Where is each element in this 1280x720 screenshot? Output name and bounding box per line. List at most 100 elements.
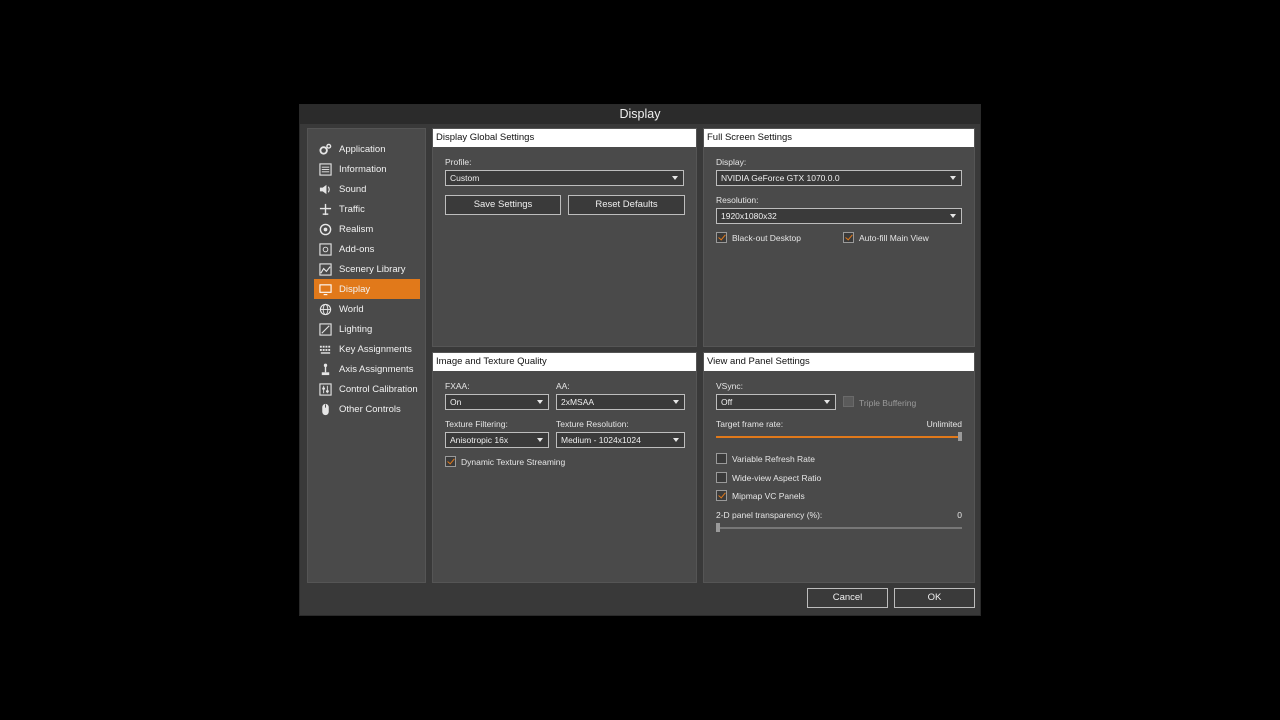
panel-transparency-value: 0	[957, 510, 962, 520]
resolution-select[interactable]: 1920x1080x32	[716, 208, 962, 224]
sidebar-item-control-calibration[interactable]: Control Calibration	[314, 379, 420, 399]
panel-transparency-thumb[interactable]	[716, 523, 720, 532]
profile-select-value: Custom	[450, 173, 480, 183]
variable-refresh-rate-checkbox[interactable]	[716, 453, 727, 464]
sidebar-item-other-controls[interactable]: Other Controls	[314, 399, 420, 419]
chevron-down-icon	[537, 438, 543, 442]
chevron-down-icon	[950, 176, 956, 180]
image-texture-quality-panel: Image and Texture Quality FXAA: On AA: 2…	[432, 352, 697, 583]
mipmap-vc-panels-checkbox[interactable]	[716, 490, 727, 501]
target-frame-rate-label: Target frame rate:	[716, 419, 784, 429]
texture-resolution-select[interactable]: Medium - 1024x1024	[556, 432, 685, 448]
monitor-icon	[318, 282, 332, 296]
full-screen-settings-panel: Full Screen Settings Display: NVIDIA GeF…	[703, 128, 975, 347]
sidebar-item-traffic[interactable]: Traffic	[314, 199, 420, 219]
auto-fill-main-view-label: Auto-fill Main View	[859, 233, 929, 243]
speaker-icon	[318, 182, 332, 196]
sidebar-item-axis-assignments[interactable]: Axis Assignments	[314, 359, 420, 379]
view-panel-settings-panel: View and Panel Settings VSync: Off Tripl…	[703, 352, 975, 583]
save-settings-button[interactable]: Save Settings	[445, 195, 561, 215]
lighting-icon	[318, 322, 332, 336]
sidebar-item-label: Control Calibration	[339, 383, 418, 395]
joystick-icon	[318, 362, 332, 376]
sidebar-item-label: Axis Assignments	[339, 363, 414, 375]
target-frame-rate-slider[interactable]	[716, 432, 962, 441]
mouse-icon	[318, 402, 332, 416]
sidebar-item-label: Other Controls	[339, 403, 401, 415]
list-icon	[318, 162, 332, 176]
panel-header: View and Panel Settings	[704, 353, 974, 371]
sidebar-item-display[interactable]: Display	[314, 279, 420, 299]
landscape-icon	[318, 262, 332, 276]
blackout-desktop-label: Black-out Desktop	[732, 233, 801, 243]
texture-resolution-label: Texture Resolution:	[556, 419, 629, 429]
fxaa-select[interactable]: On	[445, 394, 549, 410]
texture-resolution-select-value: Medium - 1024x1024	[561, 435, 641, 445]
texture-filtering-select-value: Anisotropic 16x	[450, 435, 509, 445]
panel-header: Image and Texture Quality	[433, 353, 696, 371]
vsync-select-value: Off	[721, 397, 733, 407]
chevron-down-icon	[673, 438, 679, 442]
texture-filtering-label: Texture Filtering:	[445, 419, 508, 429]
sidebar-item-label: World	[339, 303, 364, 315]
vsync-select[interactable]: Off	[716, 394, 836, 410]
aa-label: AA:	[556, 381, 570, 391]
resolution-label: Resolution:	[716, 195, 759, 205]
sidebar-item-label: Lighting	[339, 323, 373, 335]
sidebar-item-label: Realism	[339, 223, 374, 235]
cancel-button[interactable]: Cancel	[807, 588, 888, 608]
sidebar-item-label: Application	[339, 143, 386, 155]
panel-header: Display Global Settings	[433, 129, 696, 147]
sidebar-item-label: Traffic	[339, 203, 365, 215]
dynamic-texture-streaming-label: Dynamic Texture Streaming	[461, 457, 566, 467]
sidebar-item-world[interactable]: World	[314, 299, 420, 319]
auto-fill-main-view-checkbox[interactable]	[843, 232, 854, 243]
chevron-down-icon	[672, 176, 678, 180]
vsync-label: VSync:	[716, 381, 743, 391]
fxaa-select-value: On	[450, 397, 462, 407]
sidebar-item-scenery-library[interactable]: Scenery Library	[314, 259, 420, 279]
triple-buffering-label: Triple Buffering	[859, 398, 917, 408]
target-frame-rate-value: Unlimited	[926, 419, 962, 429]
display-global-settings-panel: Display Global Settings Profile: Custom …	[432, 128, 697, 347]
sidebar-item-lighting[interactable]: Lighting	[314, 319, 420, 339]
sidebar-item-label: Add-ons	[339, 243, 375, 255]
sidebar-item-key-assignments[interactable]: Key Assignments	[314, 339, 420, 359]
blackout-desktop-checkbox[interactable]	[716, 232, 727, 243]
aa-select-value: 2xMSAA	[561, 397, 595, 407]
texture-filtering-select[interactable]: Anisotropic 16x	[445, 432, 549, 448]
display-select-value: NVIDIA GeForce GTX 1070.0.0	[721, 173, 840, 183]
fxaa-label: FXAA:	[445, 381, 470, 391]
profile-select[interactable]: Custom	[445, 170, 684, 186]
aircraft-icon	[318, 202, 332, 216]
target-frame-rate-fill	[716, 436, 962, 438]
aa-select[interactable]: 2xMSAA	[556, 394, 685, 410]
panel-transparency-slider[interactable]	[716, 523, 962, 532]
sidebar-item-information[interactable]: Information	[314, 159, 420, 179]
wide-view-aspect-ratio-checkbox[interactable]	[716, 472, 727, 483]
display-label: Display:	[716, 157, 747, 167]
sidebar-item-add-ons[interactable]: Add-ons	[314, 239, 420, 259]
sidebar-item-realism[interactable]: Realism	[314, 219, 420, 239]
dynamic-texture-streaming-checkbox[interactable]	[445, 456, 456, 467]
display-dialog: Display Application Information Sound Tr…	[299, 104, 981, 616]
globe-icon	[318, 302, 332, 316]
display-select[interactable]: NVIDIA GeForce GTX 1070.0.0	[716, 170, 962, 186]
resolution-select-value: 1920x1080x32	[721, 211, 777, 221]
triple-buffering-checkbox[interactable]	[843, 396, 854, 407]
chevron-down-icon	[950, 214, 956, 218]
ok-button[interactable]: OK	[894, 588, 975, 608]
target-frame-rate-thumb[interactable]	[958, 432, 962, 441]
variable-refresh-rate-label: Variable Refresh Rate	[732, 454, 815, 464]
realism-icon	[318, 222, 332, 236]
dialog-title: Display	[300, 105, 980, 124]
wide-view-aspect-ratio-label: Wide-view Aspect Ratio	[732, 473, 822, 483]
panel-transparency-label: 2-D panel transparency (%):	[716, 510, 823, 520]
sidebar-item-sound[interactable]: Sound	[314, 179, 420, 199]
reset-defaults-button[interactable]: Reset Defaults	[568, 195, 685, 215]
settings-sidebar: Application Information Sound Traffic Re…	[307, 128, 426, 583]
chevron-down-icon	[537, 400, 543, 404]
profile-label: Profile:	[445, 157, 472, 167]
sidebar-item-application[interactable]: Application	[314, 139, 420, 159]
plugin-icon	[318, 242, 332, 256]
